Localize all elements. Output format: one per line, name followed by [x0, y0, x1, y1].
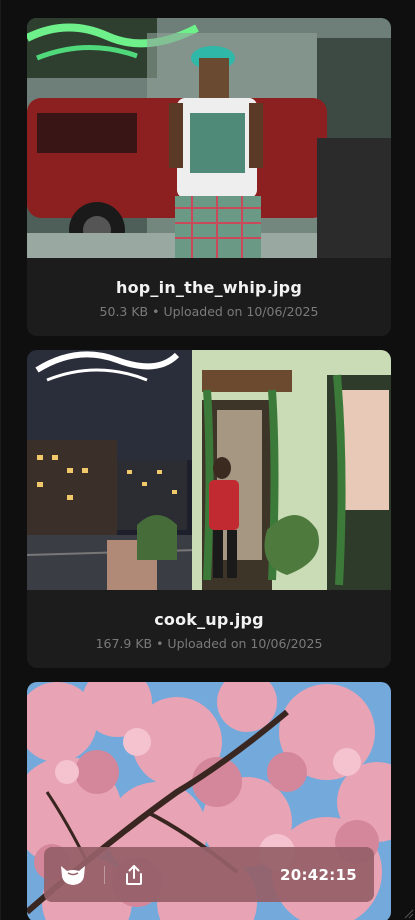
image-caption: hop_in_the_whip.jpg 50.3 KB • Uploaded o…	[27, 258, 391, 336]
app-window: hop_in_the_whip.jpg 50.3 KB • Uploaded o…	[0, 0, 415, 920]
image-card[interactable]: cook_up.jpg 167.9 KB • Uploaded on 10/06…	[27, 350, 391, 668]
bottom-toolbar: 20:42:15	[44, 847, 374, 902]
image-meta: 167.9 KB • Uploaded on 10/06/2025	[95, 636, 323, 651]
share-icon[interactable]	[121, 862, 147, 888]
resize-grip-icon[interactable]	[404, 909, 414, 919]
toolbar-divider	[104, 865, 105, 884]
image-thumbnail[interactable]	[27, 350, 391, 590]
image-filename: hop_in_the_whip.jpg	[116, 278, 302, 297]
image-meta: 50.3 KB • Uploaded on 10/06/2025	[99, 304, 319, 319]
image-caption: cook_up.jpg 167.9 KB • Uploaded on 10/06…	[27, 590, 391, 668]
clock-time: 20:42:15	[279, 865, 357, 884]
image-card[interactable]: hop_in_the_whip.jpg 50.3 KB • Uploaded o…	[27, 18, 391, 336]
cat-logo-icon[interactable]	[60, 862, 86, 888]
image-thumbnail[interactable]	[27, 18, 391, 258]
image-filename: cook_up.jpg	[154, 610, 264, 629]
image-feed[interactable]: hop_in_the_whip.jpg 50.3 KB • Uploaded o…	[27, 18, 391, 920]
